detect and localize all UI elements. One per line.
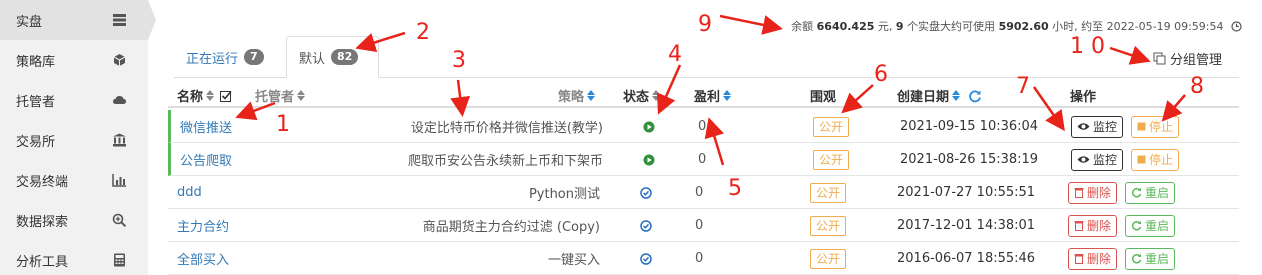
annotation-label: 1 0 <box>1070 34 1105 59</box>
annotation-label: 5 <box>728 176 742 201</box>
arrow-1 <box>235 101 276 121</box>
arrow-7 <box>1032 86 1065 132</box>
annotation-label: 2 <box>416 20 430 45</box>
arrow-10 <box>1109 45 1151 65</box>
arrow-4 <box>656 64 682 115</box>
arrow-9 <box>719 14 783 35</box>
app-root: 实盘 策略库 托管者 交易所 交易终端 数据探索 分析工具 余额 6640.42… <box>0 0 1262 275</box>
annotation-label: 4 <box>668 42 682 67</box>
arrow-8 <box>1161 94 1186 122</box>
arrow-6 <box>841 84 874 114</box>
arrow-5 <box>704 117 725 166</box>
annotation-label: 9 <box>698 12 712 37</box>
annotation-label: 6 <box>874 62 888 87</box>
arrow-3 <box>450 79 471 117</box>
annotation-label: 3 <box>452 48 466 73</box>
annotation-label: 1 <box>276 112 290 137</box>
arrow-2 <box>355 31 406 53</box>
annotation-label: 8 <box>1190 74 1204 99</box>
annotation-label: 7 <box>1016 74 1030 99</box>
